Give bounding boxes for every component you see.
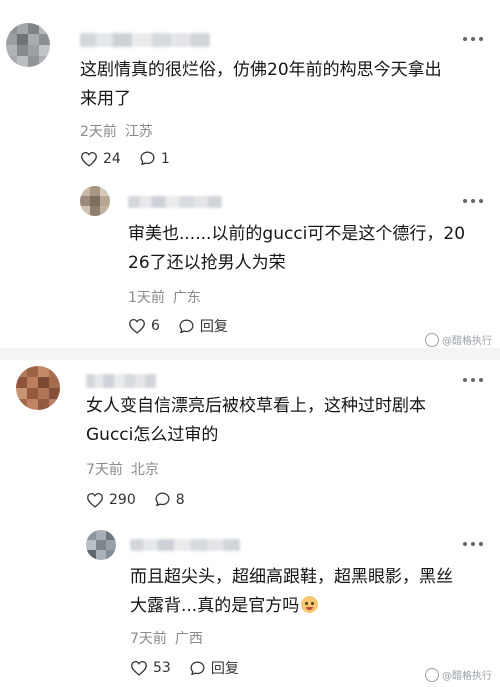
like-button[interactable]: 24: [80, 151, 121, 167]
like-count: 6: [151, 318, 160, 334]
comment-meta: 7天前 北京: [86, 459, 159, 479]
comment-button[interactable]: 8: [154, 491, 185, 508]
comment-meta: 2天前 江苏: [80, 121, 153, 141]
username-blurred[interactable]: [128, 196, 222, 208]
reply-meta: 1天前 广东: [128, 287, 201, 307]
speech-bubble-icon: [140, 151, 155, 166]
comment-time: 2天前: [80, 124, 117, 140]
watermark: @醋格执行: [425, 332, 492, 347]
heart-outline-icon: [87, 492, 103, 508]
reply-text-line: 而且超尖头，超细高跟鞋，超黑眼影，黑丝: [130, 567, 453, 587]
reply-count: 1: [160, 150, 170, 167]
watermark-logo-icon: [425, 667, 439, 682]
reply-button[interactable]: 回复: [178, 316, 228, 336]
reply-actions: 53 回复: [130, 658, 257, 678]
more-dots-icon[interactable]: [463, 542, 483, 548]
username-blurred[interactable]: [86, 374, 156, 388]
like-button[interactable]: 290: [86, 492, 136, 508]
reply-button[interactable]: 回复: [189, 658, 239, 678]
avatar[interactable]: [16, 366, 60, 410]
reply-text-line: 大露背...真的是官方吗: [130, 596, 300, 616]
section-divider: [0, 348, 500, 360]
username-blurred[interactable]: [130, 539, 240, 551]
reply-text-line-wrap: 大露背...真的是官方吗: [130, 592, 453, 621]
speech-bubble-icon: [155, 492, 170, 507]
reply-text-line: 26了还以抢男人为荣: [128, 253, 286, 273]
speech-bubble-icon: [190, 660, 205, 675]
avatar[interactable]: [6, 23, 50, 67]
comment-actions: 24 1: [80, 150, 188, 167]
comment-text: 女人变自信漂亮后被校草看上，这种过时剧本 Gucci怎么过审的: [86, 392, 426, 450]
crying-face-emoji-icon: [301, 596, 319, 613]
heart-outline-icon: [129, 318, 145, 334]
username-blurred[interactable]: [80, 33, 210, 47]
avatar[interactable]: [86, 530, 116, 560]
watermark: @醋格执行: [425, 667, 492, 682]
comment-text-line: 女人变自信漂亮后被校草看上，这种过时剧本: [86, 396, 426, 416]
comment-actions: 290 8: [86, 491, 203, 508]
reply-text: 而且超尖头，超细高跟鞋，超黑眼影，黑丝 大露背...真的是官方吗: [130, 563, 453, 621]
reply-label: 回复: [199, 319, 228, 335]
comment-text: 这剧情真的很烂俗，仿佛20年前的构思今天拿出 来用了: [80, 56, 442, 114]
avatar[interactable]: [80, 186, 110, 216]
reply-count: 8: [175, 491, 185, 508]
like-count: 290: [109, 491, 136, 508]
watermark-text: @醋格执行: [442, 671, 492, 682]
speech-bubble-icon: [179, 318, 194, 333]
more-dots-icon[interactable]: [463, 378, 483, 384]
comment-location: 江苏: [124, 124, 153, 140]
reply-time: 1天前: [128, 290, 165, 306]
like-count: 53: [153, 660, 171, 676]
watermark-logo-icon: [425, 332, 439, 347]
reply-label: 回复: [210, 661, 239, 677]
like-button[interactable]: 53: [130, 660, 171, 676]
comment-text-line: Gucci怎么过审的: [86, 425, 219, 445]
heart-outline-icon: [131, 660, 147, 676]
comment-button[interactable]: 1: [139, 150, 170, 167]
reply-location: 广东: [172, 290, 201, 306]
heart-outline-icon: [81, 151, 97, 167]
more-dots-icon[interactable]: [463, 37, 483, 43]
reply-time: 7天前: [130, 631, 167, 647]
reply-actions: 6 回复: [128, 316, 246, 336]
like-count: 24: [103, 150, 121, 167]
reply-location: 广西: [174, 631, 203, 647]
more-dots-icon[interactable]: [463, 199, 483, 205]
comment-location: 北京: [130, 462, 159, 478]
reply-text: 审美也......以前的gucci可不是这个德行，20 26了还以抢男人为荣: [128, 220, 465, 278]
reply-text-line: 审美也......以前的gucci可不是这个德行，20: [128, 224, 466, 244]
reply-meta: 7天前 广西: [130, 628, 203, 648]
like-button[interactable]: 6: [128, 318, 160, 334]
comment-text-line: 来用了: [80, 89, 131, 109]
comment-time: 7天前: [86, 462, 123, 478]
watermark-text: @醋格执行: [442, 336, 492, 347]
comment-text-line: 这剧情真的很烂俗，仿佛20年前的构思今天拿出: [80, 60, 442, 80]
